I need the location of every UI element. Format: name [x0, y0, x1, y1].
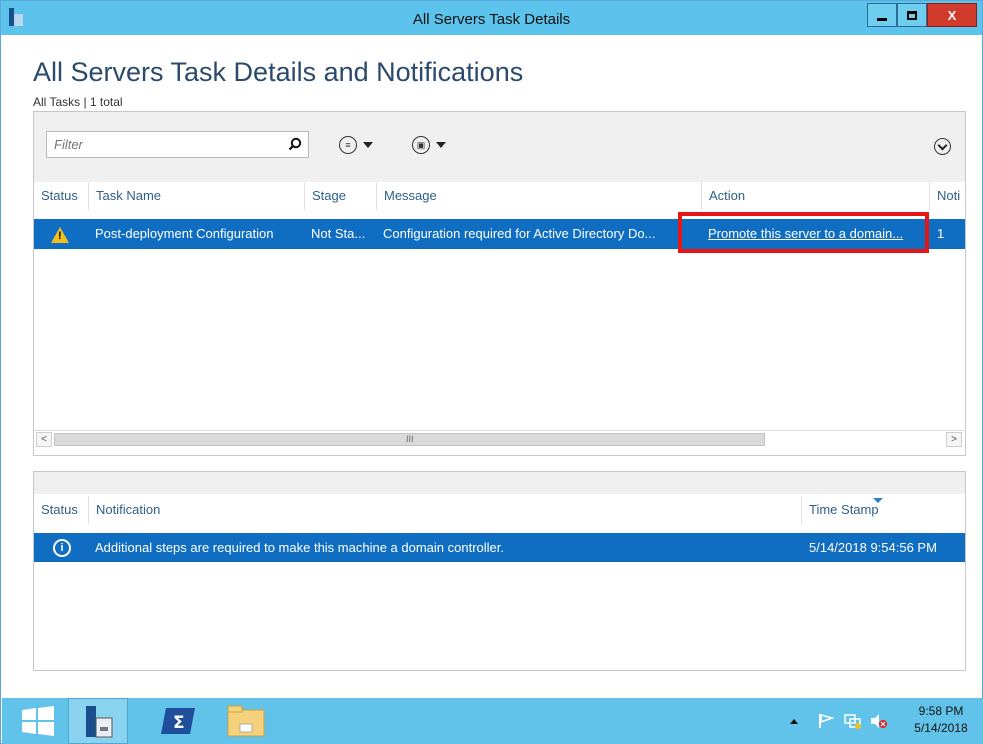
- highlight-annotation: [678, 212, 929, 253]
- network-icon: [844, 714, 861, 729]
- clock-date: 5/14/2018: [914, 721, 968, 735]
- show-hidden-icons-button[interactable]: [790, 698, 798, 744]
- save-query-icon: ▣: [412, 136, 430, 154]
- collapse-icon[interactable]: [934, 138, 951, 155]
- tasks-panel: ≡ ▣ Status Task Name Stage Message Actio…: [33, 111, 966, 456]
- server-manager-taskbar-button[interactable]: [68, 698, 128, 744]
- restore-icon: [907, 10, 917, 20]
- minimize-icon: [877, 17, 887, 21]
- table-row[interactable]: i Additional steps are required to make …: [34, 533, 965, 562]
- chevron-down-icon: [436, 142, 446, 148]
- sort-descending-icon: [873, 498, 883, 503]
- restore-button[interactable]: [897, 3, 927, 27]
- taskbar: Σ 9:58 PM 5/14/2018: [2, 698, 983, 744]
- network-button[interactable]: [844, 698, 862, 744]
- column-stage[interactable]: Stage: [304, 182, 376, 210]
- file-explorer-taskbar-button[interactable]: [216, 698, 276, 744]
- column-status[interactable]: Status: [34, 496, 88, 524]
- horizontal-scrollbar[interactable]: < III >: [34, 430, 965, 448]
- notification-count-cell: 1: [937, 226, 945, 241]
- clock-time: 9:58 PM: [918, 704, 964, 718]
- search-icon[interactable]: [288, 137, 302, 151]
- volume-muted-icon: [871, 714, 887, 728]
- column-status[interactable]: Status: [34, 182, 88, 210]
- scroll-thumb[interactable]: III: [54, 433, 765, 446]
- volume-button[interactable]: [870, 698, 888, 744]
- title-bar[interactable]: All Servers Task Details X: [1, 1, 982, 35]
- action-center-button[interactable]: [818, 698, 834, 744]
- notifications-column-header: Status Notification Time Stamp: [34, 496, 965, 524]
- chevron-up-icon: [790, 718, 798, 724]
- window-title: All Servers Task Details: [412, 11, 571, 28]
- task-name-cell: Post-deployment Configuration: [95, 226, 274, 241]
- page-title: All Servers Task Details and Notificatio…: [33, 57, 524, 87]
- filter-input[interactable]: [52, 136, 276, 153]
- start-button[interactable]: [20, 698, 56, 744]
- column-task-name[interactable]: Task Name: [88, 182, 304, 210]
- info-icon: i: [53, 539, 71, 557]
- windows-logo-icon: [22, 706, 54, 736]
- powershell-icon: Σ: [161, 708, 195, 734]
- message-cell: Configuration required for Active Direct…: [383, 226, 656, 241]
- list-options-icon: ≡: [339, 136, 357, 154]
- notification-cell: Additional steps are required to make th…: [95, 540, 504, 555]
- task-count: All Tasks | 1 total: [33, 95, 123, 109]
- column-action[interactable]: Action: [701, 182, 929, 210]
- column-message[interactable]: Message: [376, 182, 701, 210]
- scroll-right-button[interactable]: >: [946, 432, 962, 447]
- column-notification[interactable]: Notification: [88, 496, 801, 524]
- scroll-grip: III: [406, 434, 414, 444]
- filter-box[interactable]: [46, 131, 309, 158]
- task-details-window: All Servers Task Details X All Servers T…: [0, 0, 983, 744]
- column-notifications[interactable]: Noti: [929, 182, 965, 210]
- tasks-toolbar: ≡ ▣: [34, 112, 965, 182]
- close-button[interactable]: X: [927, 3, 977, 27]
- server-manager-icon: [86, 706, 113, 738]
- warning-icon-mark: !: [58, 230, 62, 242]
- column-time-stamp[interactable]: Time Stamp: [801, 496, 965, 524]
- stage-cell: Not Sta...: [311, 226, 366, 241]
- save-query-button[interactable]: ▣: [412, 135, 446, 155]
- timestamp-cell: 5/14/2018 9:54:56 PM: [809, 540, 937, 555]
- powershell-taskbar-button[interactable]: Σ: [148, 698, 208, 744]
- scroll-left-button[interactable]: <: [36, 432, 52, 447]
- tasks-column-header: Status Task Name Stage Message Action No…: [34, 182, 965, 210]
- flag-icon: [819, 714, 834, 728]
- notifications-header-band: [34, 472, 965, 494]
- system-clock[interactable]: 9:58 PM 5/14/2018: [902, 703, 980, 737]
- svg-text:Σ: Σ: [173, 713, 185, 733]
- notifications-panel: Status Notification Time Stamp i Additio…: [33, 471, 966, 671]
- minimize-button[interactable]: [867, 3, 897, 27]
- folder-icon: [227, 705, 265, 737]
- list-options-button[interactable]: ≡: [339, 135, 373, 155]
- chevron-down-icon: [363, 142, 373, 148]
